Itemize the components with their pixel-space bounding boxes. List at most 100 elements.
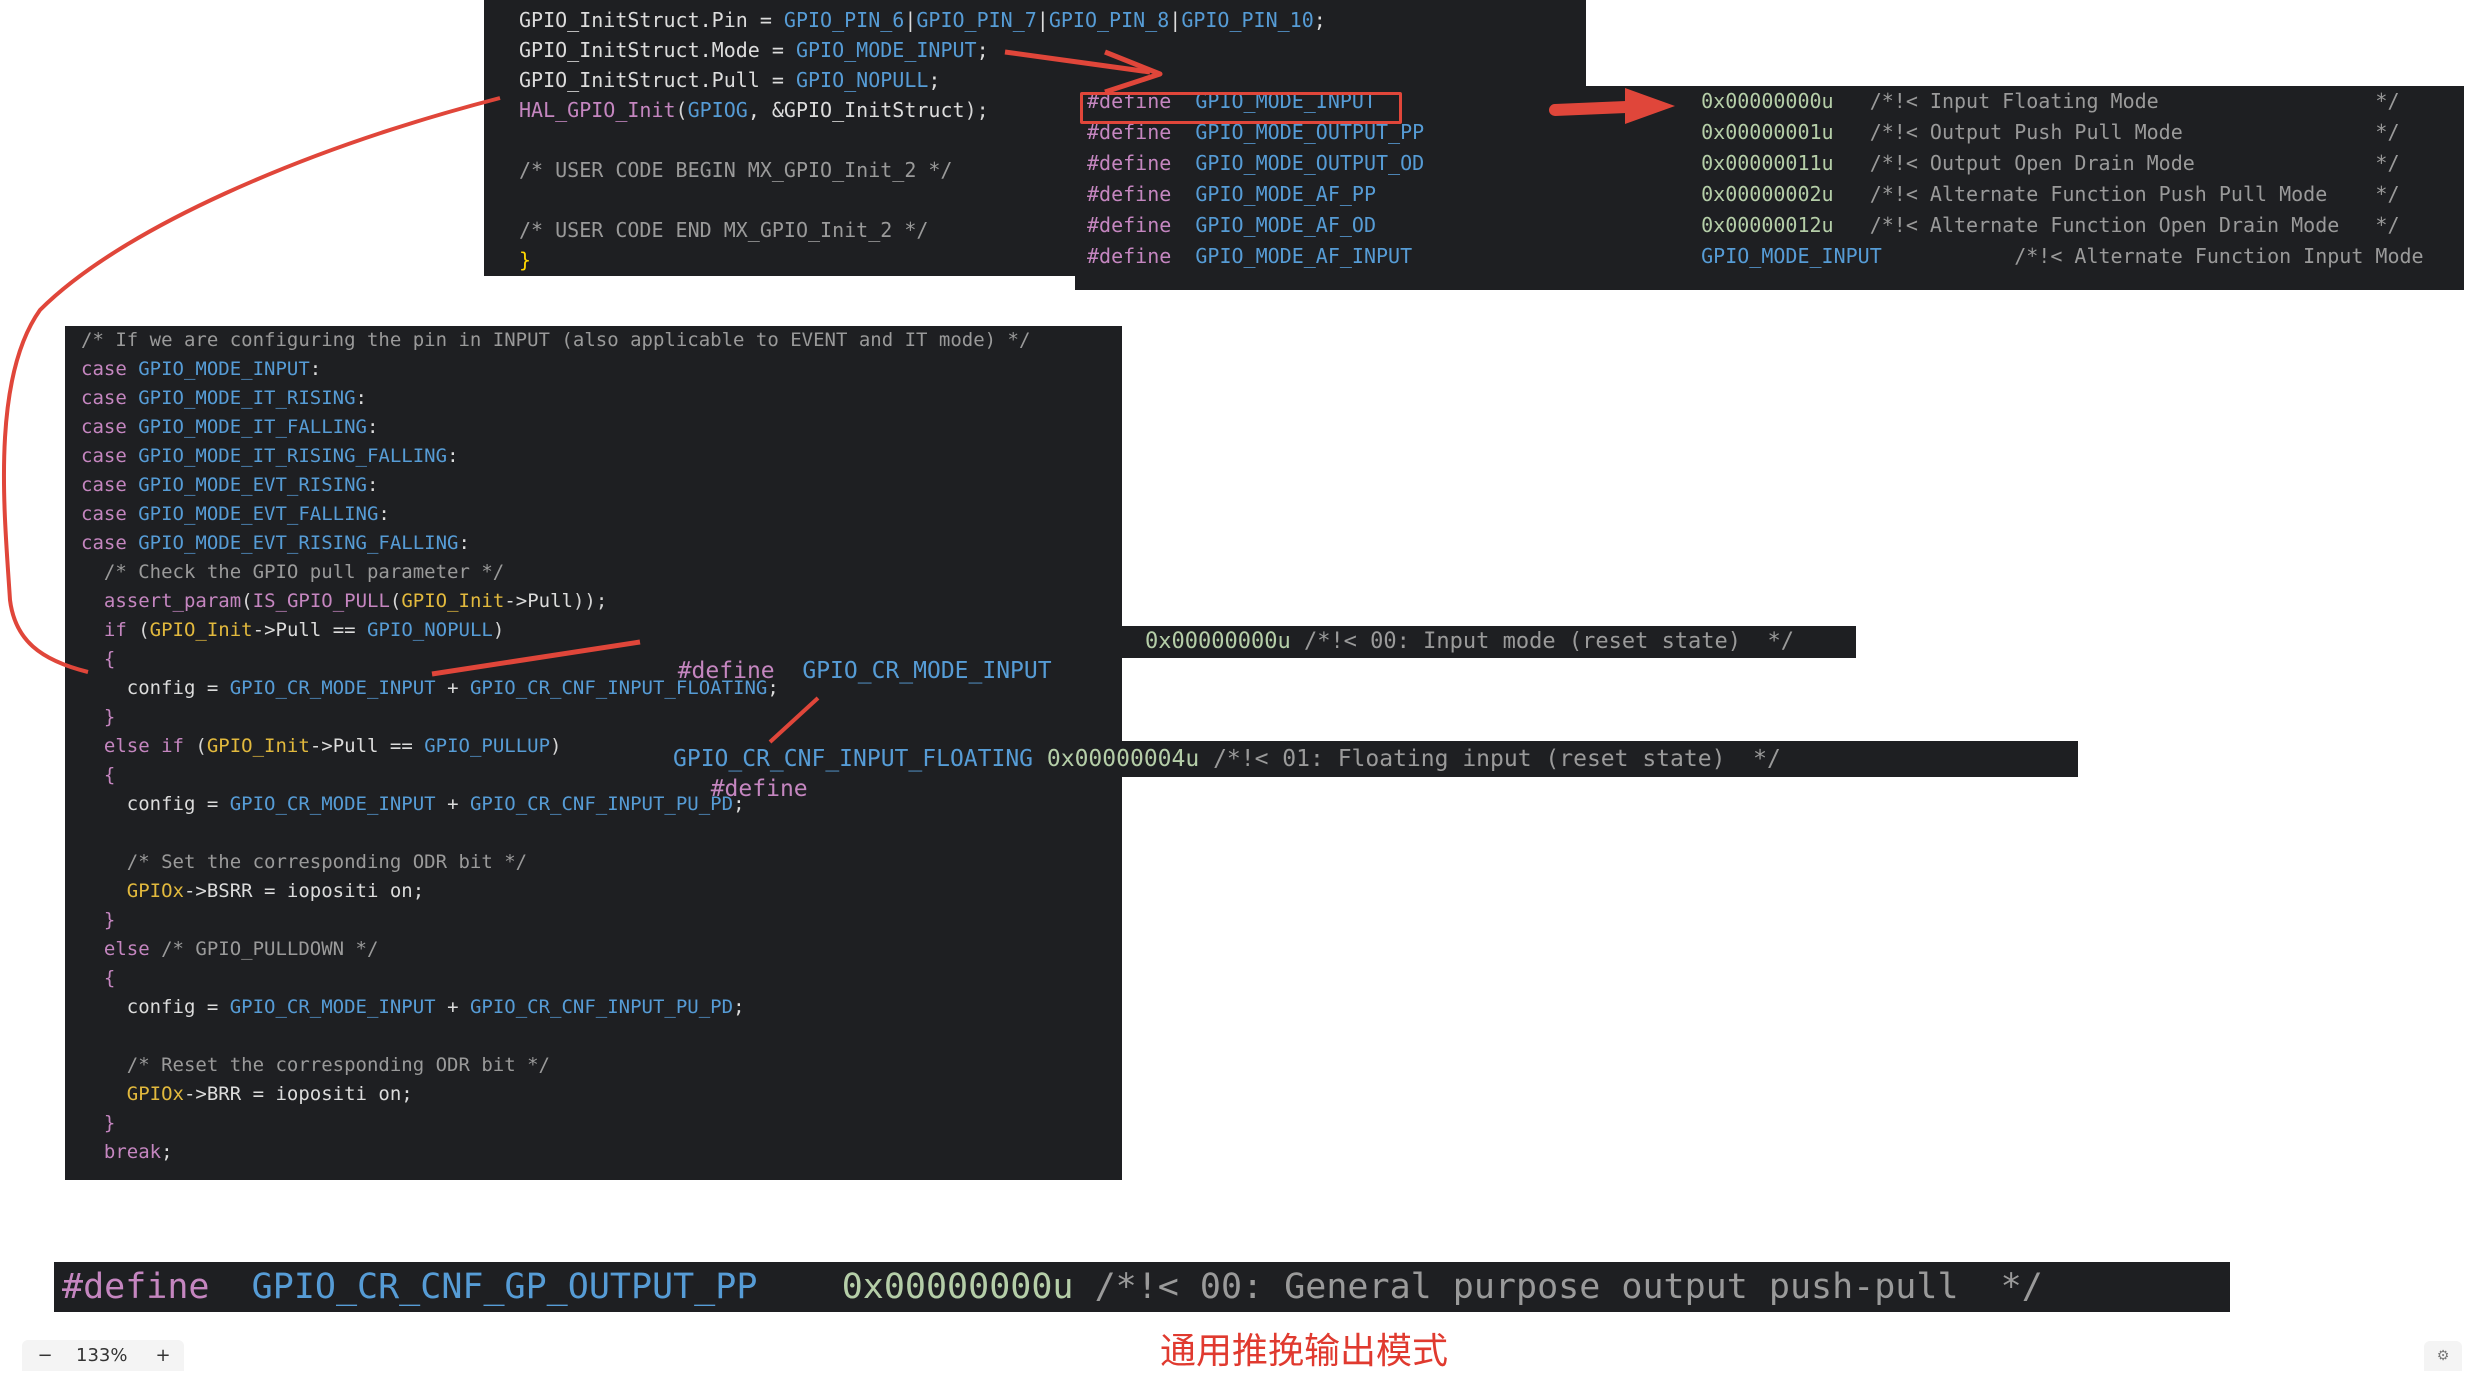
code-line: #define GPIO_MODE_AF_OD 0x00000012u /*!<… bbox=[1087, 210, 2400, 241]
code-token: /*!< Alternate Function Open Drain Mode … bbox=[1833, 213, 2400, 237]
code-line: case GPIO_MODE_EVT_FALLING: bbox=[81, 500, 390, 529]
code-token: 0x00000000u bbox=[841, 1267, 1074, 1307]
code-line: } bbox=[81, 1109, 115, 1138]
code-token: GPIO_CR_MODE_INPUT bbox=[229, 996, 436, 1018]
cr-cnf-floating-define-panel: GPIO_CR_CNF_INPUT_FLOATING 0x00000004u /… bbox=[669, 741, 2078, 777]
code-token: GPIO_PIN_10 bbox=[1181, 8, 1314, 32]
code-token: ) bbox=[550, 735, 562, 757]
code-line: /* Reset the corresponding ODR bit */ bbox=[81, 1051, 550, 1080]
code-line: #define GPIO_MODE_AF_PP 0x00000002u /*!<… bbox=[1087, 179, 2400, 210]
code-token: ; bbox=[733, 996, 745, 1018]
cr-cnf-gp-output-pp-define-panel: #define GPIO_CR_CNF_GP_OUTPUT_PP 0x00000… bbox=[54, 1262, 2230, 1312]
highlight-box-gpio-mode-input bbox=[1080, 92, 1402, 124]
define-label-cr-cnf-floating: #define bbox=[683, 744, 808, 802]
code-line: break; bbox=[81, 1138, 173, 1167]
code-token: | bbox=[1036, 8, 1049, 32]
code-token: /* If we are configuring the pin in INPU… bbox=[81, 329, 1031, 351]
code-token: GPIO_PIN_8 bbox=[1048, 8, 1170, 32]
code-token: /*!< Alternate Function Push Pull Mode *… bbox=[1833, 182, 2400, 206]
code-token: )); bbox=[572, 590, 608, 612]
code-token: 0x00000001u bbox=[1701, 120, 1834, 144]
code-token: /*!< 00: General purpose output push-pul… bbox=[1073, 1267, 2043, 1307]
code-token: | bbox=[904, 8, 917, 32]
zoom-in-button[interactable]: + bbox=[152, 1345, 174, 1366]
code-token: case bbox=[81, 503, 139, 525]
code-token: #define bbox=[1087, 213, 1172, 237]
code-token: ; bbox=[976, 38, 989, 62]
code-token: } bbox=[519, 248, 532, 272]
cr-mode-input-define-panel: 0x00000000u /*!< 00: Input mode (reset s… bbox=[1122, 626, 1856, 658]
code-token: GPIO_Init bbox=[149, 619, 253, 641]
code-token: : bbox=[447, 445, 459, 467]
code-token: GPIO_Init bbox=[401, 590, 505, 612]
code-token: + bbox=[435, 677, 470, 699]
code-token: , &GPIO_InitStruct bbox=[747, 98, 965, 122]
zoom-out-button[interactable]: − bbox=[34, 1345, 56, 1366]
code-token: ); bbox=[964, 98, 989, 122]
code-token: /*!< 01: Floating input (reset state) */ bbox=[1199, 746, 1781, 772]
code-token: } bbox=[103, 1112, 116, 1134]
settings-icon[interactable]: ⚙ bbox=[2424, 1341, 2462, 1371]
code-token: ( bbox=[675, 98, 688, 122]
code-token: /*!< Output Open Drain Mode */ bbox=[1833, 151, 2400, 175]
code-token: } bbox=[103, 909, 116, 931]
code-token: 0x00000000u bbox=[1145, 629, 1291, 654]
code-line: } bbox=[519, 245, 531, 275]
code-token: break bbox=[103, 1141, 162, 1163]
code-token: GPIO_InitStruct.Mode = bbox=[519, 38, 796, 62]
code-token: assert_param bbox=[103, 590, 242, 612]
code-token: case bbox=[81, 416, 139, 438]
code-token: ; bbox=[1313, 8, 1326, 32]
code-line: config = GPIO_CR_MODE_INPUT + GPIO_CR_CN… bbox=[81, 790, 745, 819]
code-line: GPIOx->BSRR = iopositi on; bbox=[81, 877, 424, 906]
code-token: /* USER CODE BEGIN MX_GPIO_Init_2 */ bbox=[519, 158, 953, 182]
code-token: GPIO_CR_CNF_GP_OUTPUT_PP bbox=[251, 1267, 758, 1307]
code-line: 0x00000000u /*!< 00: Input mode (reset s… bbox=[1145, 627, 1794, 657]
code-token: config = bbox=[81, 793, 230, 815]
code-token: GPIO_PIN_7 bbox=[916, 8, 1037, 32]
code-line: /* Set the corresponding ODR bit */ bbox=[81, 848, 527, 877]
code-token: ( bbox=[138, 619, 150, 641]
code-token: ->Pull == bbox=[252, 619, 368, 641]
code-token: : bbox=[309, 358, 322, 380]
code-token: GPIO_PULLUP bbox=[424, 735, 551, 757]
code-line: GPIOx->BRR = iopositi on; bbox=[81, 1080, 413, 1109]
code-token: config = bbox=[81, 677, 230, 699]
code-token: /* GPIO_PULLDOWN */ bbox=[161, 938, 379, 960]
code-token: /* USER CODE END MX_GPIO_Init_2 */ bbox=[519, 218, 929, 242]
code-token: GPIOG bbox=[687, 98, 748, 122]
code-line: else if (GPIO_Init->Pull == GPIO_PULLUP) bbox=[81, 732, 562, 761]
code-line: config = GPIO_CR_MODE_INPUT + GPIO_CR_CN… bbox=[81, 993, 745, 1022]
code-line: GPIO_InitStruct.Pin = GPIO_PIN_6|GPIO_PI… bbox=[519, 5, 1326, 35]
code-token: GPIO_MODE_INPUT bbox=[138, 358, 310, 380]
code-token: : bbox=[458, 532, 470, 554]
code-token: GPIO_MODE_AF_OD bbox=[1195, 213, 1377, 237]
code-line: { bbox=[81, 761, 115, 790]
code-token: GPIO_CR_MODE_INPUT bbox=[229, 793, 436, 815]
code-token: else if bbox=[103, 735, 196, 757]
code-token: { bbox=[103, 648, 116, 670]
code-token: { bbox=[103, 764, 116, 786]
code-line: case GPIO_MODE_IT_RISING_FALLING: bbox=[81, 442, 459, 471]
code-token: GPIO_MODE_INPUT bbox=[1701, 244, 1882, 268]
code-line: GPIO_InitStruct.Pull = GPIO_NOPULL; bbox=[519, 65, 940, 95]
code-token: IS_GPIO_PULL bbox=[252, 590, 390, 612]
code-token: else bbox=[103, 938, 162, 960]
code-token: 0x00000000u bbox=[1701, 89, 1834, 113]
define-name: GPIO_CR_MODE_INPUT bbox=[802, 658, 1052, 684]
code-line: if (GPIO_Init->Pull == GPIO_NOPULL) bbox=[81, 616, 504, 645]
